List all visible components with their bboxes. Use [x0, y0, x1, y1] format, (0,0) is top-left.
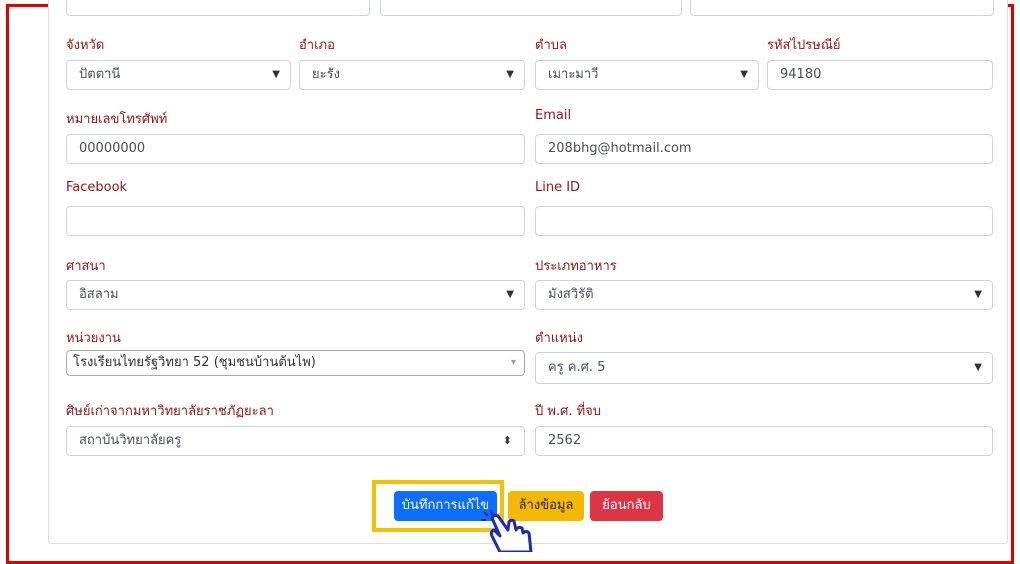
religion-value: อิสลาม [79, 287, 119, 302]
postal-value: 94180 [780, 67, 822, 82]
province-label: จังหวัด [66, 38, 105, 53]
grad-year-input[interactable]: 2562 [535, 426, 993, 456]
grad-year-value: 2562 [548, 433, 582, 448]
food-type-label: ประเภทอาหาร [535, 259, 617, 274]
food-type-select[interactable]: มังสวิรัติ ▼ [535, 280, 993, 310]
phone-label: หมายเลขโทรศัพท์ [66, 112, 168, 127]
position-label: ตำแหน่ง [535, 331, 583, 346]
religion-select[interactable]: อิสลาม ▼ [66, 280, 525, 310]
select2-arrow-icon: ▾ [510, 357, 516, 368]
dropdown-arrow-icon: ▼ [740, 69, 748, 80]
district-select[interactable]: ยะรัง ▼ [299, 60, 525, 90]
hand-cursor-icon [481, 509, 533, 552]
alumni-select[interactable]: สถาบันวิทยาลัยครู ⬍ [66, 426, 525, 456]
food-type-value: มังสวิรัติ [548, 287, 594, 302]
address-field-1[interactable] [66, 0, 370, 16]
position-select[interactable]: ครู ค.ศ. 5 ▼ [535, 352, 993, 384]
postal-input[interactable]: 94180 [767, 60, 993, 90]
dropdown-arrow-icon: ▼ [506, 69, 514, 80]
facebook-label: Facebook [66, 180, 128, 195]
line-id-label: Line ID [535, 180, 581, 195]
grad-year-label: ปี พ.ศ. ที่จบ [535, 404, 602, 419]
postal-label: รหัสไปรษณีย์ [767, 38, 841, 53]
address-field-3[interactable] [690, 0, 994, 16]
email-value: 208bhg@hotmail.com [548, 141, 692, 156]
alumni-value: สถาบันวิทยาลัยครู [79, 433, 182, 448]
dropdown-arrow-icon: ▼ [974, 289, 982, 300]
subdistrict-select[interactable]: เมาะมาวี ▼ [535, 60, 759, 90]
back-button[interactable]: ย้อนกลับ [590, 491, 663, 521]
dropdown-arrow-icon: ▼ [506, 289, 514, 300]
facebook-input[interactable] [66, 206, 525, 236]
dropdown-arrow-icon: ▼ [974, 362, 982, 373]
district-label: อำเภอ [299, 38, 335, 53]
province-value: ปัตตานี [79, 67, 121, 82]
dropdown-arrow-icon: ▼ [272, 69, 280, 80]
address-field-2[interactable] [380, 0, 682, 16]
phone-input[interactable]: 00000000 [66, 134, 525, 164]
updown-arrow-icon: ⬍ [502, 434, 512, 447]
district-value: ยะรัง [312, 67, 340, 82]
subdistrict-value: เมาะมาวี [548, 67, 599, 82]
phone-value: 00000000 [79, 141, 146, 156]
subdistrict-label: ตำบล [535, 38, 567, 53]
alumni-label: ศิษย์เก่าจากมหาวิทยาลัยราชภัฏยะลา [66, 404, 274, 419]
unit-value: โรงเรียนไทยรัฐวิทยา 52 (ชุมชนบ้านต้นไพ) [73, 355, 316, 370]
province-select[interactable]: ปัตตานี ▼ [66, 60, 291, 90]
email-label: Email [535, 108, 572, 123]
line-id-input[interactable] [535, 206, 993, 236]
position-value: ครู ค.ศ. 5 [548, 360, 606, 375]
email-input[interactable]: 208bhg@hotmail.com [535, 134, 993, 164]
religion-label: ศาสนา [66, 259, 106, 274]
unit-select[interactable]: โรงเรียนไทยรัฐวิทยา 52 (ชุมชนบ้านต้นไพ) … [66, 350, 525, 376]
unit-label: หน่วยงาน [66, 331, 121, 346]
